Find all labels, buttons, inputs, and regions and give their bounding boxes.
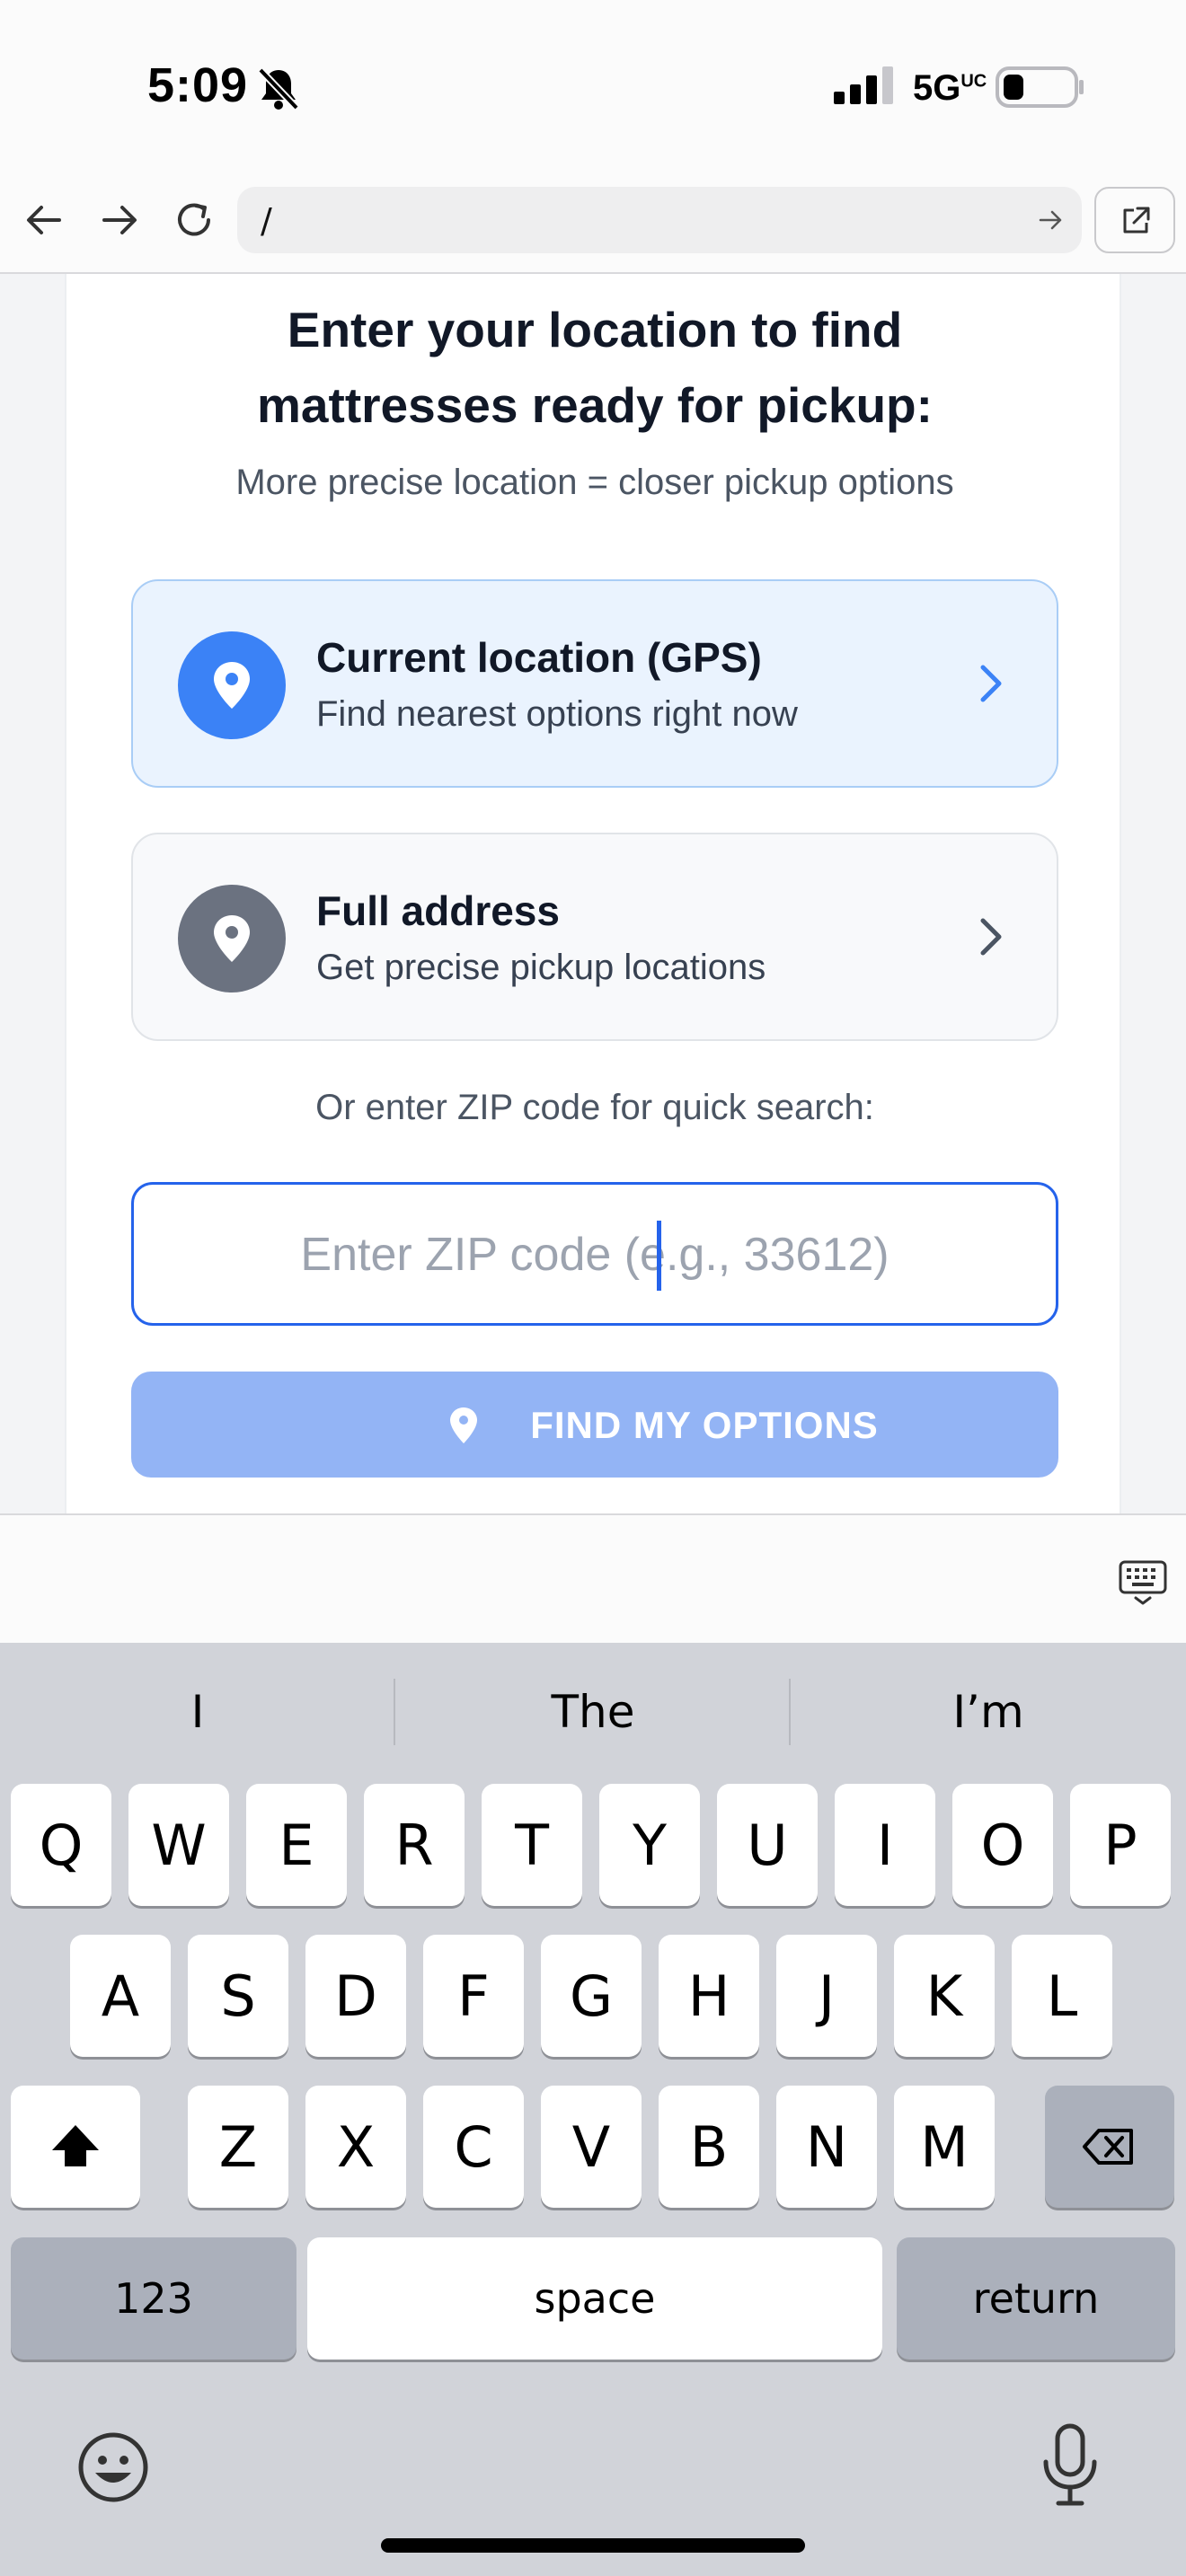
key-t[interactable]: T: [482, 1784, 582, 1906]
zip-prompt: Or enter ZIP code for quick search:: [315, 1088, 874, 1127]
back-arrow-icon[interactable]: [22, 197, 68, 243]
key-i[interactable]: I: [835, 1784, 935, 1906]
key-o[interactable]: O: [952, 1784, 1053, 1906]
chevron-right-icon: [980, 665, 1002, 702]
keyboard-dismiss-icon[interactable]: [1118, 1557, 1168, 1607]
text-caret: [657, 1221, 661, 1291]
address-pin-badge: [178, 885, 286, 992]
external-link-icon: [1123, 207, 1150, 234]
key-c[interactable]: C: [423, 2086, 524, 2208]
gps-option-title: Current location (GPS): [316, 634, 762, 681]
battery-icon: [996, 66, 1084, 108]
key-j[interactable]: J: [776, 1935, 877, 2057]
zip-placeholder: Enter ZIP code (e.g., 33612): [300, 1229, 890, 1281]
space-key[interactable]: space: [307, 2237, 882, 2360]
cellular-signal-icon: [834, 66, 893, 104]
key-u[interactable]: U: [717, 1784, 818, 1906]
key-z[interactable]: Z: [188, 2086, 288, 2208]
location-card: Enter your location to find mattresses r…: [65, 274, 1121, 1513]
onscreen-keyboard: I The I’m Q W E R T Y U I O P A S D F G …: [0, 1643, 1186, 2576]
microphone-icon[interactable]: [1035, 2422, 1105, 2509]
page-subtitle: More precise location = closer pickup op…: [235, 463, 954, 502]
key-r[interactable]: R: [364, 1784, 465, 1906]
key-k[interactable]: K: [894, 1935, 995, 2057]
silent-bell-icon: [258, 67, 299, 110]
browser-toolbar: /: [0, 175, 1186, 274]
go-arrow-icon[interactable]: [1037, 207, 1064, 234]
key-x[interactable]: X: [305, 2086, 406, 2208]
backspace-icon: [1083, 2129, 1133, 2165]
key-n[interactable]: N: [776, 2086, 877, 2208]
open-external-button[interactable]: [1094, 187, 1175, 253]
key-m[interactable]: M: [894, 2086, 995, 2208]
key-d[interactable]: D: [305, 1935, 406, 2057]
key-g[interactable]: G: [541, 1935, 642, 2057]
key-p[interactable]: P: [1070, 1784, 1171, 1906]
status-time: 5:09: [147, 58, 249, 112]
zip-code-input[interactable]: Enter ZIP code (e.g., 33612): [131, 1182, 1058, 1326]
find-my-options-button[interactable]: FIND MY OPTIONS: [131, 1372, 1058, 1478]
key-v[interactable]: V: [541, 2086, 642, 2208]
map-pin-icon: [214, 662, 250, 709]
page-title: Enter your location to find mattresses r…: [257, 302, 933, 433]
key-w[interactable]: W: [128, 1784, 229, 1906]
address-option-title: Full address: [316, 887, 560, 934]
key-f[interactable]: F: [423, 1935, 524, 2057]
key-y[interactable]: Y: [599, 1784, 700, 1906]
full-address-option[interactable]: Full address Get precise pickup location…: [131, 833, 1058, 1041]
address-option-description: Get precise pickup locations: [316, 948, 766, 987]
key-s[interactable]: S: [188, 1935, 288, 2057]
chevron-right-icon: [980, 918, 1002, 956]
suggestion-3[interactable]: I’m: [791, 1686, 1186, 1738]
url-text: /: [261, 201, 272, 241]
home-indicator[interactable]: [381, 2538, 805, 2553]
key-a[interactable]: A: [70, 1935, 171, 2057]
gps-option-description: Find nearest options right now: [316, 694, 798, 734]
shift-key[interactable]: [11, 2086, 140, 2208]
suggestion-1[interactable]: I: [0, 1686, 395, 1738]
gps-pin-badge: [178, 631, 286, 739]
key-b[interactable]: B: [659, 2086, 759, 2208]
page-content: Enter your location to find mattresses r…: [0, 274, 1186, 1513]
address-bar[interactable]: /: [237, 187, 1082, 253]
status-bar: 5:09 5GUC: [0, 0, 1186, 175]
suggestion-2[interactable]: The: [395, 1686, 791, 1738]
return-key[interactable]: return: [897, 2237, 1175, 2360]
reload-icon[interactable]: [171, 197, 217, 243]
keyboard-accessory-bar: [0, 1513, 1186, 1643]
shift-icon: [52, 2125, 99, 2166]
forward-arrow-icon[interactable]: [95, 197, 142, 243]
emoji-icon[interactable]: [75, 2430, 151, 2505]
numbers-key[interactable]: 123: [11, 2237, 296, 2360]
key-q[interactable]: Q: [11, 1784, 111, 1906]
key-h[interactable]: H: [659, 1935, 759, 2057]
delete-key[interactable]: [1045, 2086, 1174, 2208]
key-e[interactable]: E: [246, 1784, 347, 1906]
key-l[interactable]: L: [1012, 1935, 1112, 2057]
map-pin-icon: [214, 915, 250, 962]
network-type: 5GUC: [913, 68, 987, 108]
gps-location-option[interactable]: Current location (GPS) Find nearest opti…: [131, 579, 1058, 788]
find-button-label: FIND MY OPTIONS: [530, 1404, 879, 1446]
